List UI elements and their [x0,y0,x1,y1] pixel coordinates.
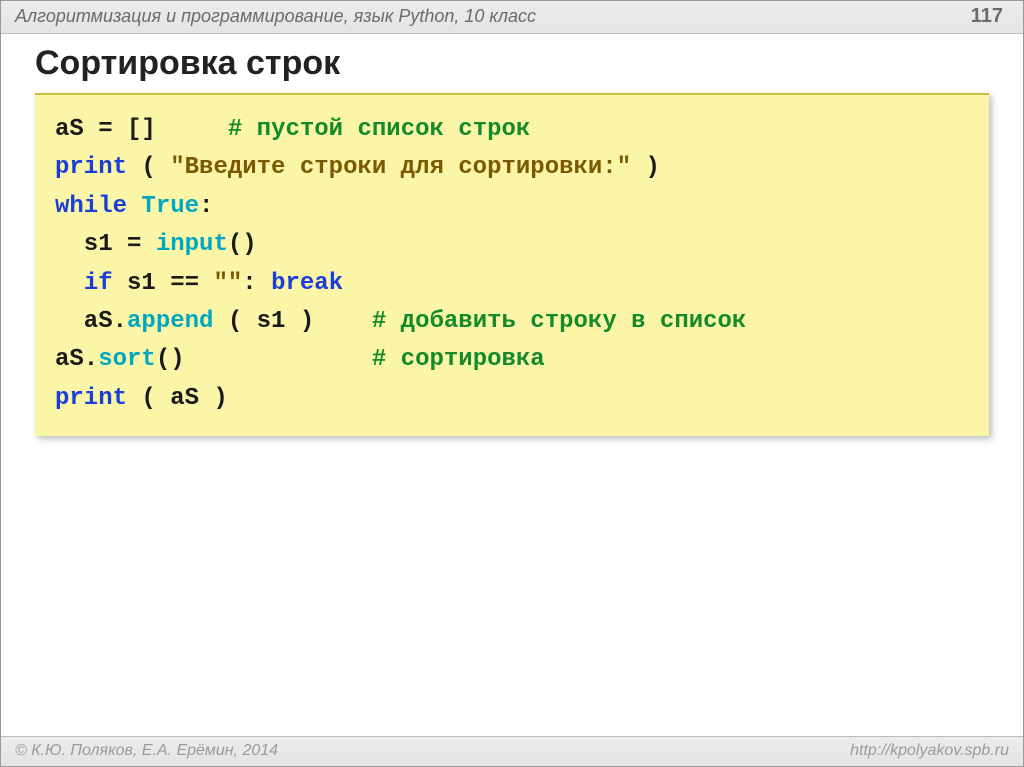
code-block: aS = [] # пустой список строк print ( "В… [35,93,989,436]
code-text: = [127,231,141,258]
code-keyword: if [84,270,113,297]
code-comment: # добавить строку в список [372,308,746,335]
code-text: == [170,270,199,297]
code-text: : [199,193,213,220]
code-keyword: print [55,385,127,412]
code-text: () [228,231,257,258]
code-text: aS. [55,346,98,373]
code-func: append [127,308,213,335]
code-text: : [242,270,271,297]
code-literal: True [141,193,199,220]
copyright-text: © К.Ю. Поляков, Е.А. Ерёмин, 2014 [15,742,278,760]
code-func: input [156,231,228,258]
code-text: ( [127,154,170,181]
slide: Алгоритмизация и программирование, язык … [0,0,1024,767]
code-text: s1 [113,270,156,297]
code-text: = [98,116,112,143]
code-text: () [156,346,372,373]
code-func: sort [98,346,156,373]
source-url[interactable]: http://kpolyakov.spb.ru [850,742,1009,760]
slide-content: aS = [] # пустой список строк print ( "В… [1,93,1023,736]
code-keyword: while [55,193,127,220]
code-text: aS [55,116,84,143]
code-text [55,270,84,297]
code-keyword: print [55,154,127,181]
code-text: aS. [55,308,127,335]
slide-header: Алгоритмизация и программирование, язык … [1,1,1023,34]
code-string: "Введите строки для сортировки:" [170,154,631,181]
slide-title: Сортировка строк [1,34,1023,93]
code-text: s1 [55,231,113,258]
code-text [127,193,141,220]
code-comment: # пустой список строк [228,116,530,143]
page-number: 117 [971,5,1003,28]
slide-footer: © К.Ю. Поляков, Е.А. Ерёмин, 2014 http:/… [1,736,1023,766]
code-comment: # сортировка [372,346,545,373]
code-text: ) [631,154,660,181]
code-string: "" [213,270,242,297]
course-title: Алгоритмизация и программирование, язык … [15,6,536,27]
code-text: ( aS ) [127,385,228,412]
code-text: [] [127,116,228,143]
code-text: ( s1 ) [213,308,371,335]
code-keyword: break [271,270,343,297]
